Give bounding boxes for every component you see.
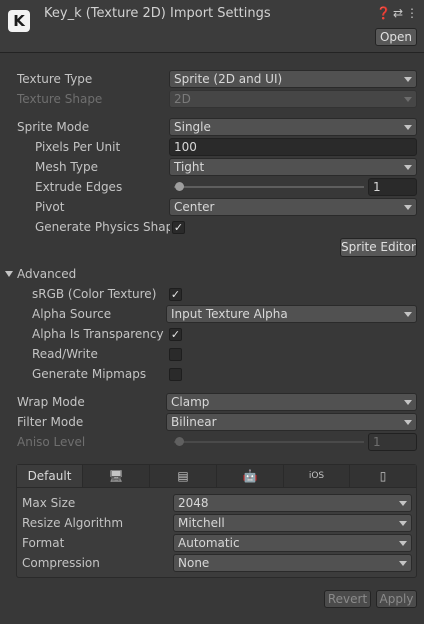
extrude-edges-label: Extrude Edges <box>35 180 123 194</box>
pixels-per-unit-field[interactable]: 100 <box>169 138 417 156</box>
filter-mode-dropdown[interactable]: Bilinear <box>166 413 417 431</box>
pivot-label: Pivot <box>35 200 65 214</box>
alpha-is-transparency-checkbox[interactable]: ✓ <box>169 328 182 341</box>
help-icon[interactable]: ❓ <box>376 6 391 20</box>
generate-mipmaps-checkbox[interactable] <box>169 368 182 381</box>
sprite-editor-button[interactable]: Sprite Editor <box>340 238 417 257</box>
pixels-per-unit-label: Pixels Per Unit <box>35 140 121 154</box>
resize-algorithm-value: Mitchell <box>178 516 225 530</box>
alpha-source-dropdown[interactable]: Input Texture Alpha <box>166 305 417 323</box>
alpha-source-label: Alpha Source <box>32 307 112 321</box>
advanced-section-label[interactable]: Advanced <box>17 264 76 284</box>
chevron-down-icon <box>404 97 412 102</box>
chevron-down-icon <box>404 125 412 130</box>
chevron-down-icon <box>404 312 412 317</box>
extrude-edges-slider-thumb[interactable] <box>175 182 185 191</box>
sprite-mode-label: Sprite Mode <box>17 120 90 134</box>
tab-server[interactable]: ▤ <box>150 465 217 487</box>
max-size-value: 2048 <box>178 496 209 510</box>
resize-algorithm-dropdown[interactable]: Mitchell <box>173 514 412 532</box>
android-icon: 🤖 <box>242 469 258 483</box>
resize-algorithm-label: Resize Algorithm <box>22 516 124 530</box>
tab-divider <box>17 487 416 488</box>
open-button[interactable]: Open <box>375 28 417 46</box>
mesh-type-value: Tight <box>174 160 205 174</box>
wrap-mode-value: Clamp <box>171 395 210 409</box>
read-write-label: Read/Write <box>32 347 98 361</box>
srgb-label: sRGB (Color Texture) <box>32 287 157 301</box>
chevron-down-icon <box>404 420 412 425</box>
format-value: Automatic <box>178 536 240 550</box>
texture-shape-label: Texture Shape <box>17 92 103 106</box>
chevron-down-icon <box>399 541 407 546</box>
extrude-edges-slider-track[interactable] <box>174 186 364 188</box>
apply-button[interactable]: Apply <box>376 590 417 608</box>
filter-mode-value: Bilinear <box>171 415 217 429</box>
header-divider <box>0 52 424 53</box>
chevron-down-icon <box>404 77 412 82</box>
texture-type-label: Texture Type <box>17 72 93 86</box>
chevron-down-icon <box>399 501 407 506</box>
mesh-type-dropdown[interactable]: Tight <box>169 158 417 176</box>
alpha-source-value: Input Texture Alpha <box>171 307 288 321</box>
asset-icon: K <box>8 10 30 32</box>
pivot-value: Center <box>174 200 215 214</box>
chevron-down-icon <box>404 205 412 210</box>
chevron-down-icon <box>399 561 407 566</box>
tab-standalone[interactable]: 🖥 <box>83 465 150 487</box>
read-write-checkbox[interactable] <box>169 348 182 361</box>
sprite-mode-dropdown[interactable]: Single <box>169 118 417 136</box>
max-size-dropdown[interactable]: 2048 <box>173 494 412 512</box>
texture-shape-dropdown: 2D <box>169 90 417 108</box>
texture-type-dropdown[interactable]: Sprite (2D and UI) <box>169 70 417 88</box>
max-size-label: Max Size <box>22 496 76 510</box>
compression-dropdown[interactable]: None <box>173 554 412 572</box>
compression-value: None <box>178 556 210 570</box>
server-icon: ▤ <box>177 469 189 483</box>
filter-mode-label: Filter Mode <box>17 415 84 429</box>
compression-label: Compression <box>22 556 100 570</box>
aniso-level-slider-track <box>174 441 364 443</box>
texture-shape-value: 2D <box>174 92 191 106</box>
aniso-level-slider-thumb <box>175 437 185 446</box>
advanced-foldout-arrow-icon[interactable] <box>5 271 13 277</box>
format-dropdown[interactable]: Automatic <box>173 534 412 552</box>
tab-ios[interactable]: iOS <box>284 465 350 487</box>
chevron-down-icon <box>404 400 412 405</box>
preset-icon[interactable]: ⇄ <box>392 6 404 20</box>
monitor-icon: 🖥 <box>108 469 124 483</box>
kebab-menu-icon[interactable]: ⋮ <box>406 6 418 20</box>
extrude-edges-field[interactable]: 1 <box>368 178 417 196</box>
revert-button[interactable]: Revert <box>324 590 371 608</box>
srgb-checkbox[interactable]: ✓ <box>169 288 182 301</box>
generate-mipmaps-label: Generate Mipmaps <box>32 367 147 381</box>
pivot-dropdown[interactable]: Center <box>169 198 417 216</box>
aniso-level-label: Aniso Level <box>17 435 86 449</box>
inspector-title: Key_k (Texture 2D) Import Settings <box>44 6 271 21</box>
format-label: Format <box>22 536 65 550</box>
aniso-level-field: 1 <box>368 433 417 451</box>
generate-physics-shape-checkbox[interactable]: ✓ <box>172 221 185 234</box>
texture-type-value: Sprite (2D and UI) <box>174 72 283 86</box>
alpha-is-transparency-label: Alpha Is Transparency <box>32 327 164 341</box>
chevron-down-icon <box>399 521 407 526</box>
wrap-mode-label: Wrap Mode <box>17 395 85 409</box>
wrap-mode-dropdown[interactable]: Clamp <box>166 393 417 411</box>
chevron-down-icon <box>404 165 412 170</box>
generate-physics-shape-label: Generate Physics Shape <box>35 220 170 234</box>
mesh-type-label: Mesh Type <box>35 160 98 174</box>
tab-default[interactable]: Default <box>17 465 83 487</box>
tab-android[interactable]: 🤖 <box>217 465 284 487</box>
switch-icon: ▯ <box>379 469 387 483</box>
sprite-mode-value: Single <box>174 120 211 134</box>
tab-switch[interactable]: ▯ <box>350 465 416 487</box>
